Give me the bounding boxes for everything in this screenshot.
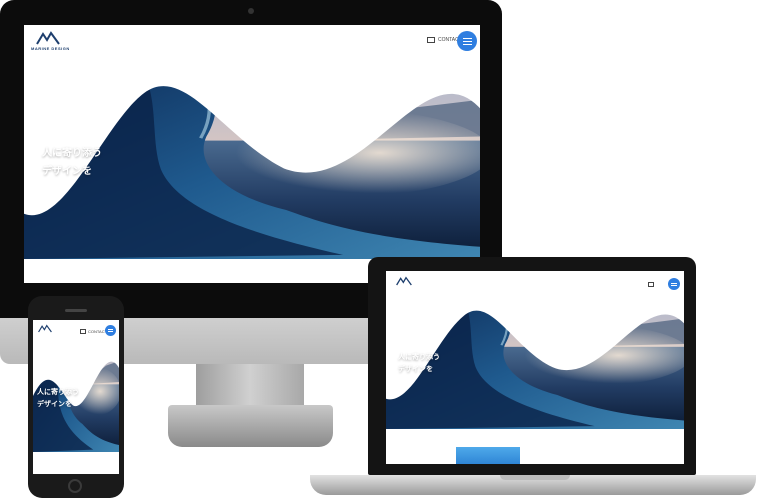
- camera-dot: [248, 8, 254, 14]
- menu-button[interactable]: [668, 278, 680, 290]
- phone-speaker: [65, 309, 87, 312]
- wave-logo-icon[interactable]: [36, 31, 60, 45]
- content-card: [456, 447, 520, 464]
- desktop-screen: MARINE DESIGN CONTACT 人に寄り添う デザインを: [24, 25, 480, 283]
- menu-icon: [462, 37, 472, 45]
- mail-icon: [648, 282, 654, 287]
- contact-link[interactable]: [648, 282, 654, 287]
- tagline-line1: 人に寄り添う: [398, 353, 440, 361]
- menu-button[interactable]: [105, 325, 116, 336]
- tagline-line2: デザインを: [398, 365, 433, 374]
- hero-tagline: 人に寄り添う デザインを: [42, 145, 102, 180]
- tagline-line2: デザインを: [42, 165, 92, 177]
- logo-text: MARINE DESIGN: [31, 46, 70, 51]
- tagline-line2: デザインを: [37, 400, 72, 409]
- mail-icon: [427, 37, 435, 43]
- phone-screen: CONTACT 人に寄り添う デザインを: [33, 320, 119, 474]
- wave-logo-icon[interactable]: [38, 324, 52, 333]
- hero-tagline: 人に寄り添う デザインを: [398, 351, 440, 376]
- menu-icon: [671, 282, 677, 286]
- hero-tagline: 人に寄り添う デザインを: [37, 386, 79, 411]
- contact-link[interactable]: CONTACT: [80, 329, 107, 334]
- tagline-line1: 人に寄り添う: [37, 388, 79, 396]
- menu-icon: [108, 329, 113, 332]
- laptop-screen: 人に寄り添う デザインを: [386, 271, 684, 464]
- mail-icon: [80, 329, 86, 334]
- menu-button[interactable]: [457, 31, 477, 51]
- tagline-line1: 人に寄り添う: [42, 148, 102, 159]
- phone-home-button[interactable]: [68, 479, 82, 493]
- laptop-notch: [500, 475, 570, 480]
- wave-logo-icon[interactable]: [396, 276, 412, 286]
- monitor-stand-base: [168, 405, 333, 447]
